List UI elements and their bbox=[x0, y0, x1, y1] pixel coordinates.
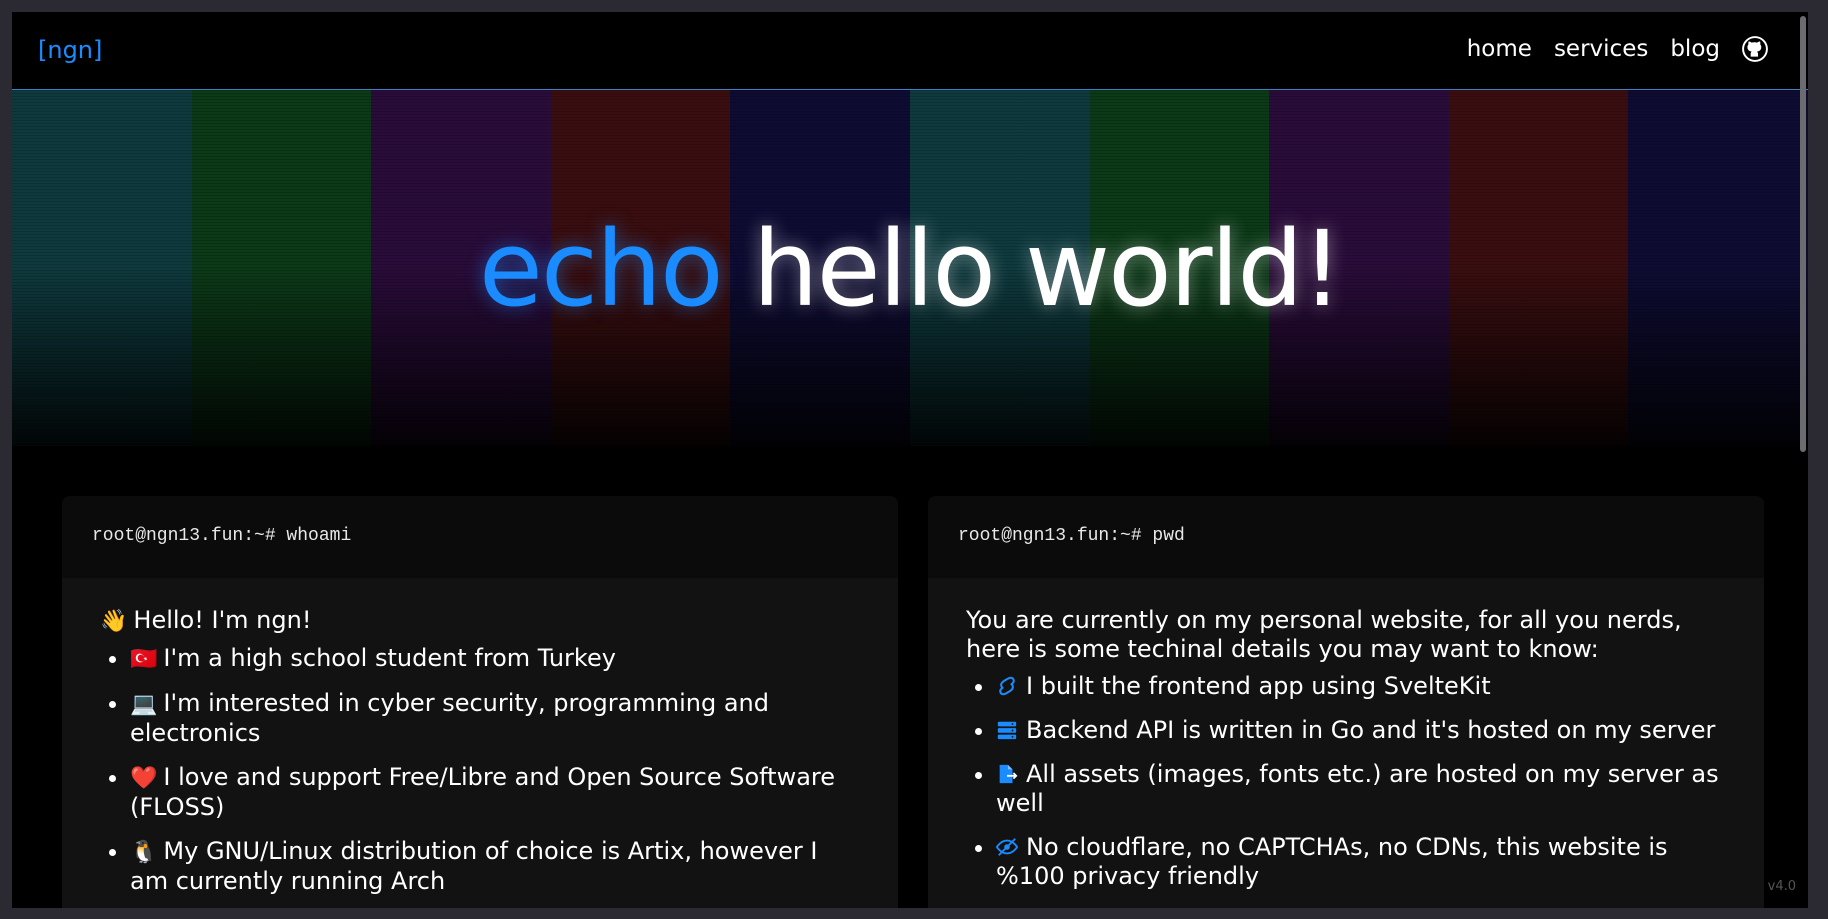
nav-link-services[interactable]: services bbox=[1554, 36, 1648, 62]
list-item-text: I'm a high school student from Turkey bbox=[163, 644, 616, 672]
list-item-text: No cloudflare, no CAPTCHAs, no CDNs, thi… bbox=[996, 833, 1668, 890]
waving-hand-icon: 👋 bbox=[100, 609, 128, 634]
list-item: 💻I'm interested in cyber security, progr… bbox=[130, 689, 860, 748]
github-icon[interactable] bbox=[1742, 36, 1768, 62]
file-export-icon bbox=[999, 764, 1018, 784]
whoami-card-prompt: root@ngn13.fun:~# whoami bbox=[62, 496, 898, 578]
penguin-icon: 🐧 bbox=[130, 840, 158, 865]
hero-title-keyword: echo bbox=[478, 208, 724, 330]
browser-viewport: [ngn] home services blog echo hello worl… bbox=[12, 12, 1808, 908]
list-item-text: I'm interested in cyber security, progra… bbox=[130, 689, 769, 747]
whoami-card-body: 👋Hello! I'm ngn! 🇹🇷I'm a high school stu… bbox=[62, 578, 898, 896]
computer-icon: 💻 bbox=[130, 692, 158, 717]
list-item: 🇹🇷I'm a high school student from Turkey bbox=[130, 644, 860, 674]
whoami-intro-text: Hello! I'm ngn! bbox=[133, 606, 312, 634]
pwd-card-prompt: root@ngn13.fun:~# pwd bbox=[928, 496, 1764, 578]
list-item: No cloudflare, no CAPTCHAs, no CDNs, thi… bbox=[996, 833, 1726, 891]
server-icon bbox=[997, 721, 1017, 740]
list-item: ❤️I love and support Free/Libre and Open… bbox=[130, 763, 860, 822]
hero-title-text: hello world! bbox=[752, 208, 1343, 330]
pwd-list: I built the frontend app using SvelteKit… bbox=[966, 672, 1726, 891]
list-item-text: I love and support Free/Libre and Open S… bbox=[130, 763, 836, 821]
list-item-text: My GNU/Linux distribution of choice is A… bbox=[130, 837, 818, 895]
pwd-intro: You are currently on my personal website… bbox=[966, 606, 1682, 663]
scrollbar[interactable] bbox=[1800, 16, 1806, 452]
nav-links: home services blog bbox=[1467, 36, 1768, 62]
list-item-text: All assets (images, fonts etc.) are host… bbox=[996, 760, 1719, 817]
version-label: v4.0 bbox=[1767, 879, 1796, 894]
list-item-text: I built the frontend app using SvelteKit bbox=[1026, 672, 1491, 700]
svelte-icon bbox=[999, 676, 1015, 696]
top-navbar: [ngn] home services blog bbox=[12, 12, 1808, 90]
hero-banner: echo hello world! bbox=[12, 90, 1808, 446]
list-item: 🐧My GNU/Linux distribution of choice is … bbox=[130, 837, 860, 896]
list-item: I built the frontend app using SvelteKit bbox=[996, 672, 1726, 701]
eye-slash-icon bbox=[996, 838, 1018, 856]
turkey-flag-icon: 🇹🇷 bbox=[130, 647, 158, 672]
whoami-intro: 👋 Hello! I'm ngn! bbox=[100, 606, 860, 636]
nav-link-home[interactable]: home bbox=[1467, 36, 1532, 62]
whoami-list: 🇹🇷I'm a high school student from Turkey … bbox=[100, 644, 860, 896]
heart-icon: ❤️ bbox=[130, 766, 158, 791]
pwd-card: root@ngn13.fun:~# pwd You are currently … bbox=[928, 496, 1764, 908]
brand-logo-link[interactable]: [ngn] bbox=[38, 36, 102, 64]
list-item-text: Backend API is written in Go and it's ho… bbox=[1026, 716, 1716, 744]
list-item: Backend API is written in Go and it's ho… bbox=[996, 716, 1726, 745]
list-item: All assets (images, fonts etc.) are host… bbox=[996, 760, 1726, 818]
nav-link-blog[interactable]: blog bbox=[1670, 36, 1720, 62]
pwd-card-body: You are currently on my personal website… bbox=[928, 578, 1764, 891]
whoami-card: root@ngn13.fun:~# whoami 👋 Hello! I'm ngn… bbox=[62, 496, 898, 908]
hero-title: echo hello world! bbox=[12, 208, 1808, 330]
